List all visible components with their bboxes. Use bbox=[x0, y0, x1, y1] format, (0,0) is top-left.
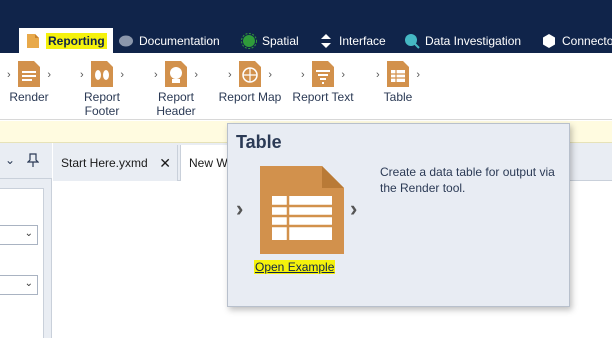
tool-table[interactable]: › › Table bbox=[363, 59, 433, 104]
tooltip-title: Table bbox=[236, 132, 282, 152]
tab-interface[interactable]: Interface bbox=[318, 28, 386, 53]
report-text-icon bbox=[312, 61, 334, 87]
chevron-right-icon: › bbox=[350, 196, 358, 221]
chevron-left-icon: › bbox=[228, 69, 232, 81]
tool-palette: › › Render › › Report Footer › › Report … bbox=[0, 53, 612, 120]
tool-report-map-label: Report Map bbox=[218, 90, 282, 104]
doc-tab-start-here[interactable]: Start Here.yxmd ✕ bbox=[53, 145, 178, 181]
report-footer-icon bbox=[91, 61, 113, 87]
chevron-right-icon: › bbox=[341, 69, 345, 81]
reporting-icon bbox=[25, 33, 41, 49]
spatial-icon bbox=[241, 32, 257, 49]
render-icon bbox=[18, 61, 40, 87]
tab-spatial-label: Spatial bbox=[262, 33, 299, 48]
connector-icon bbox=[541, 33, 557, 49]
left-panel-body: ⌄ ⌄ bbox=[0, 188, 44, 338]
tool-table-label: Table bbox=[383, 90, 413, 104]
left-panel: ⌄ ⌄ ⌄ bbox=[0, 143, 52, 338]
config-dropdown[interactable]: ⌄ bbox=[0, 275, 38, 295]
chevron-left-icon: › bbox=[301, 69, 305, 81]
interface-icon bbox=[318, 33, 334, 49]
pin-icon[interactable] bbox=[27, 153, 39, 167]
tool-report-header[interactable]: › › Report Header bbox=[141, 59, 211, 118]
tool-tooltip: Table Create a data table for output via… bbox=[227, 123, 570, 307]
tool-render-label: Render bbox=[9, 90, 49, 104]
tool-report-text[interactable]: › › Report Text bbox=[288, 59, 358, 104]
tab-spatial[interactable]: Spatial bbox=[241, 28, 299, 53]
tool-report-text-label: Report Text bbox=[292, 90, 354, 104]
doc-tab-label: Start Here.yxmd bbox=[61, 156, 148, 170]
table-icon bbox=[387, 61, 409, 87]
open-example-link[interactable]: Open Example bbox=[254, 260, 336, 274]
chevron-right-icon: › bbox=[268, 69, 272, 81]
tool-render[interactable]: › › Render bbox=[0, 59, 64, 104]
tool-report-header-label: Report Header bbox=[156, 90, 196, 118]
chevron-right-icon: › bbox=[47, 69, 51, 81]
tool-report-footer-label: Report Footer bbox=[83, 90, 121, 118]
chevron-left-icon: › bbox=[154, 69, 158, 81]
category-tab-bar: Reporting Documentation Spatial Interfac… bbox=[0, 28, 612, 53]
title-bar bbox=[0, 0, 612, 28]
chevron-down-icon: ⌄ bbox=[24, 278, 33, 289]
tool-report-map[interactable]: › › Report Map bbox=[215, 59, 285, 104]
tab-documentation[interactable]: Documentation bbox=[118, 28, 220, 53]
report-map-icon bbox=[239, 61, 261, 87]
tool-report-footer[interactable]: › › Report Footer bbox=[67, 59, 137, 118]
tab-data-investigation-label: Data Investigation bbox=[425, 33, 522, 48]
config-dropdown[interactable]: ⌄ bbox=[0, 225, 38, 245]
report-header-icon bbox=[165, 61, 187, 87]
tab-reporting-label: Reporting bbox=[46, 32, 107, 49]
chevron-left-icon: › bbox=[376, 69, 380, 81]
tab-connector[interactable]: Connector bbox=[541, 28, 612, 53]
tab-connector-label: Connector bbox=[562, 33, 612, 48]
chevron-down-icon: ⌄ bbox=[24, 228, 33, 239]
chevron-left-icon: › bbox=[80, 69, 84, 81]
tab-reporting[interactable]: Reporting bbox=[19, 28, 113, 53]
chevron-down-icon[interactable]: ⌄ bbox=[5, 153, 15, 167]
tooltip-description: Create a data table for output via the R… bbox=[380, 165, 555, 195]
left-panel-header: ⌄ bbox=[0, 143, 52, 179]
table-icon bbox=[260, 166, 344, 254]
data-investigation-icon bbox=[404, 33, 420, 49]
close-icon[interactable]: ✕ bbox=[159, 155, 171, 172]
chevron-left-icon: › bbox=[236, 196, 244, 221]
tab-interface-label: Interface bbox=[339, 33, 386, 48]
chevron-right-icon: › bbox=[120, 69, 124, 81]
chevron-left-icon: › bbox=[7, 69, 11, 81]
chevron-right-icon: › bbox=[416, 69, 420, 81]
chevron-right-icon: › bbox=[194, 69, 198, 81]
documentation-icon bbox=[118, 33, 134, 49]
tab-data-investigation[interactable]: Data Investigation bbox=[404, 28, 521, 53]
tab-documentation-label: Documentation bbox=[139, 33, 220, 48]
